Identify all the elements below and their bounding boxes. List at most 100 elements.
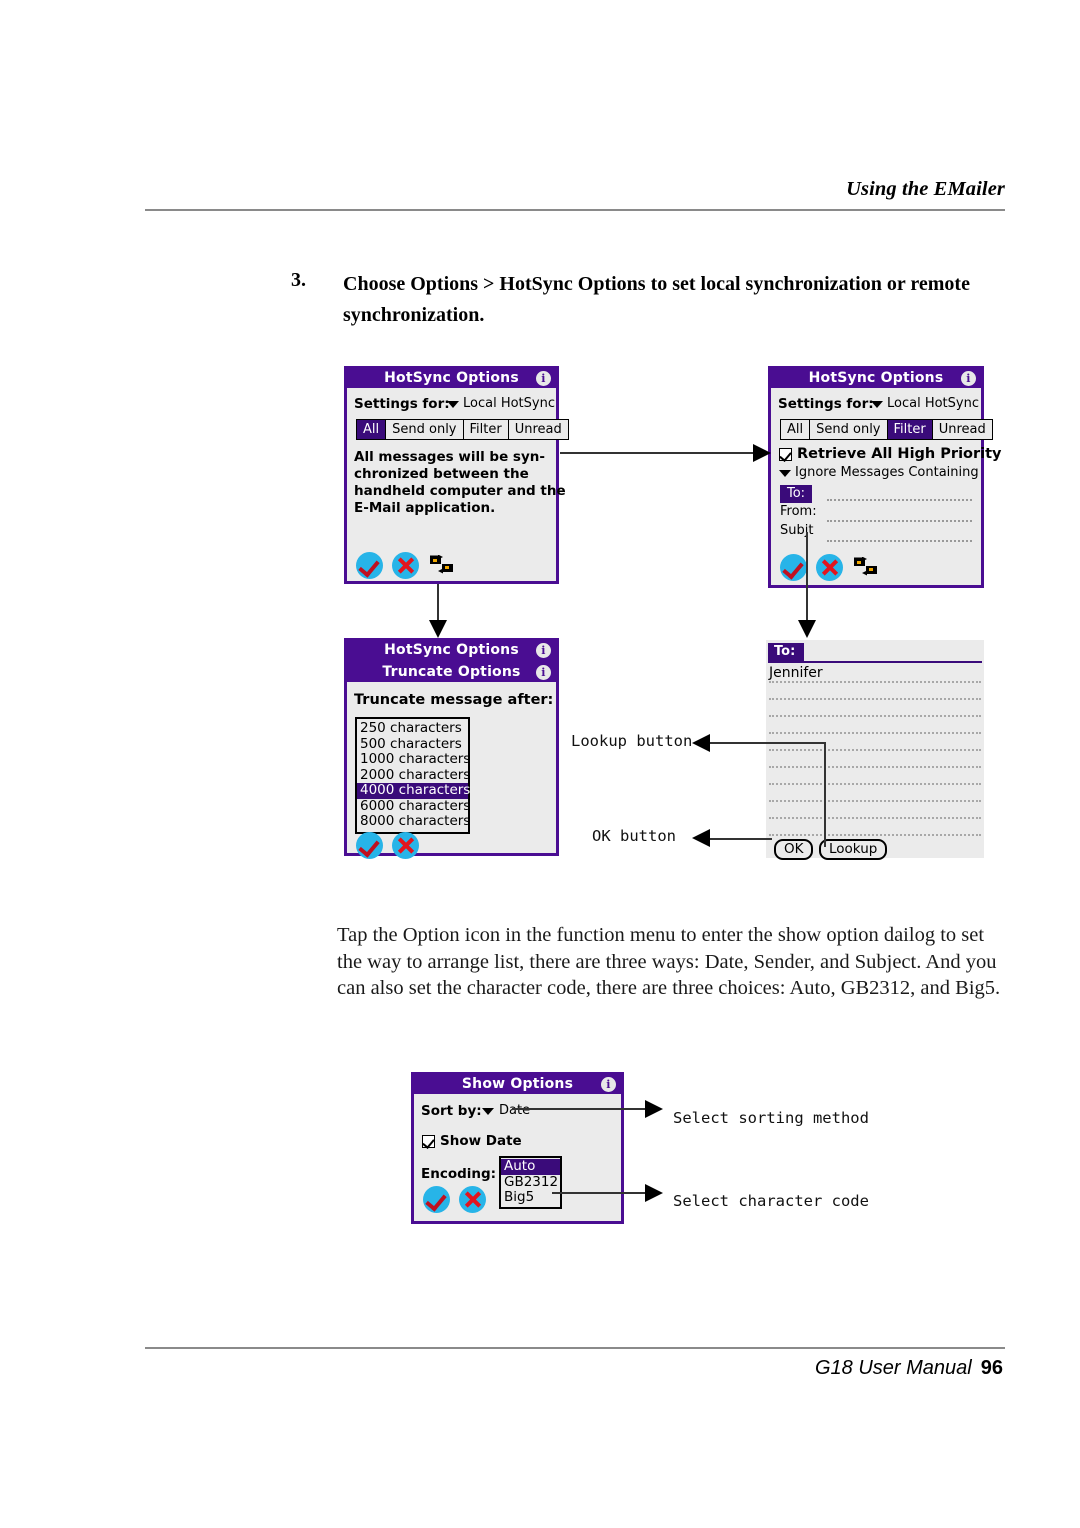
footer-page-number: 96 [980,1357,1003,1379]
dialog-title-behind: HotSync Options [384,642,519,658]
dialog-body: Truncate message after: 250 characters 5… [347,682,556,859]
hotsync-icon[interactable] [853,557,879,577]
connector-line-1 [560,452,758,454]
description-line-4: E-Mail application. [354,500,496,516]
cancel-button[interactable] [816,554,843,581]
settings-for-value[interactable]: Local HotSync [887,396,979,411]
chevron-down-icon-ignore[interactable] [779,470,791,477]
compose-line[interactable] [769,800,981,802]
dialog-show-options[interactable]: Show Options i Sort by: Date Show Date E… [411,1072,624,1224]
chevron-down-icon[interactable] [871,401,883,408]
tab-filter[interactable]: Filter [463,420,509,439]
recipient-name[interactable]: Jennifer [769,665,823,681]
dialog-hotsync-options-all[interactable]: HotSync Options i Settings for: Local Ho… [344,366,569,584]
chevron-down-icon-sort[interactable] [482,1108,494,1115]
ok-button[interactable] [423,1186,450,1213]
tab-unread[interactable]: Unread [932,420,992,439]
dialog-title: Truncate Options [382,664,521,680]
check-icon [358,835,380,858]
list-item-6000[interactable]: 6000 characters [357,798,470,815]
cancel-button[interactable] [392,832,419,859]
list-item-8000[interactable]: 8000 characters [357,813,470,830]
callout-line-sort [512,1108,647,1110]
compose-line[interactable] [769,817,981,819]
compose-line[interactable] [769,681,981,683]
description-line-3: handheld computer and the [354,483,566,499]
retrieve-high-priority-checkbox[interactable] [779,448,792,461]
arrow-left-icon-ok [692,829,710,847]
dialog-title: Show Options [461,1076,574,1092]
dialog-hotsync-options-behind: HotSync Options i [344,638,559,662]
info-icon[interactable]: i [961,371,976,386]
encoding-label: Encoding: [421,1166,497,1182]
tab-all[interactable]: All [357,420,387,439]
field-input-to[interactable] [827,498,972,501]
cancel-button[interactable] [459,1186,486,1213]
screen-to-compose[interactable]: To: Jennifer OK Lookup [766,640,984,860]
callout-lookup-button: Lookup button [571,732,693,750]
hotsync-icon[interactable] [429,555,455,575]
field-input-subject[interactable] [827,539,972,542]
sync-mode-tabs[interactable]: All Send only Filter Unread [780,419,993,440]
tab-filter[interactable]: Filter [887,420,933,439]
cancel-button[interactable] [392,552,419,579]
ok-button[interactable] [356,552,383,579]
compose-line[interactable] [769,766,981,768]
field-input-from[interactable] [827,519,972,522]
info-icon[interactable]: i [536,371,551,386]
list-item-gb2312[interactable]: GB2312 [501,1174,560,1191]
compose-line[interactable] [769,715,981,717]
step-heading: Choose Options > HotSync Options to set … [343,273,970,326]
callout-select-charcode: Select character code [673,1192,869,1210]
dialog-titlebar-behind: HotSync Options i [347,641,556,660]
chevron-down-icon[interactable] [447,401,459,408]
check-icon [782,557,804,580]
ignore-messages-label[interactable]: Ignore Messages Containing [795,465,979,480]
settings-for-value[interactable]: Local HotSync [463,396,555,411]
tab-unread[interactable]: Unread [508,420,568,439]
compose-line[interactable] [769,698,981,700]
ok-button[interactable] [780,554,807,581]
dialog-titlebar: Show Options i [414,1075,621,1094]
callout-line-encoding [552,1192,647,1194]
sort-by-value[interactable]: Date [499,1103,530,1118]
ok-button[interactable]: OK [774,839,814,860]
compose-line[interactable] [769,732,981,734]
lookup-button[interactable]: Lookup [819,839,888,860]
dialog-body: Settings for: Local HotSync All Send onl… [347,388,569,581]
list-item-auto[interactable]: Auto [501,1158,560,1175]
field-label-subject: Subjt [780,523,814,538]
dialog-titlebar: HotSync Options i [347,369,556,388]
connector-line-3 [806,532,808,624]
field-label-to: To: [768,643,805,661]
show-date-checkbox[interactable] [422,1135,435,1148]
field-label-to[interactable]: To: [780,485,813,503]
step-number: 3. [291,269,306,291]
dialog-hotsync-options-filter[interactable]: HotSync Options i Settings for: Local Ho… [768,366,1002,588]
callout-select-sorting: Select sorting method [673,1109,869,1127]
info-icon[interactable]: i [601,1077,616,1092]
retrieve-high-priority-label: Retrieve All High Priority [797,446,1002,462]
compose-line[interactable] [769,834,981,836]
list-item-250[interactable]: 250 characters [357,720,468,737]
list-item-1000[interactable]: 1000 characters [357,751,470,768]
list-item-500[interactable]: 500 characters [357,736,468,753]
sync-mode-tabs[interactable]: All Send only Filter Unread [356,419,569,440]
tab-send-only[interactable]: Send only [810,420,888,439]
compose-line[interactable] [769,783,981,785]
encoding-list[interactable]: Auto GB2312 Big5 [499,1156,562,1209]
connector-line-2 [437,584,439,624]
tab-send-only[interactable]: Send only [386,420,464,439]
list-item-2000[interactable]: 2000 characters [357,767,470,784]
compose-line[interactable] [769,749,981,751]
truncate-length-list[interactable]: 250 characters 500 characters 1000 chara… [355,717,470,834]
dialog-truncate-options[interactable]: Truncate Options i Truncate message afte… [344,660,559,859]
field-label-from: From: [780,504,817,519]
callout-line-lookup [710,742,825,744]
ok-button[interactable] [356,832,383,859]
list-item-4000[interactable]: 4000 characters [357,782,470,799]
info-icon[interactable]: i [536,665,551,680]
arrow-left-icon-lookup [692,734,710,752]
info-icon: i [536,643,551,658]
tab-all[interactable]: All [781,420,811,439]
